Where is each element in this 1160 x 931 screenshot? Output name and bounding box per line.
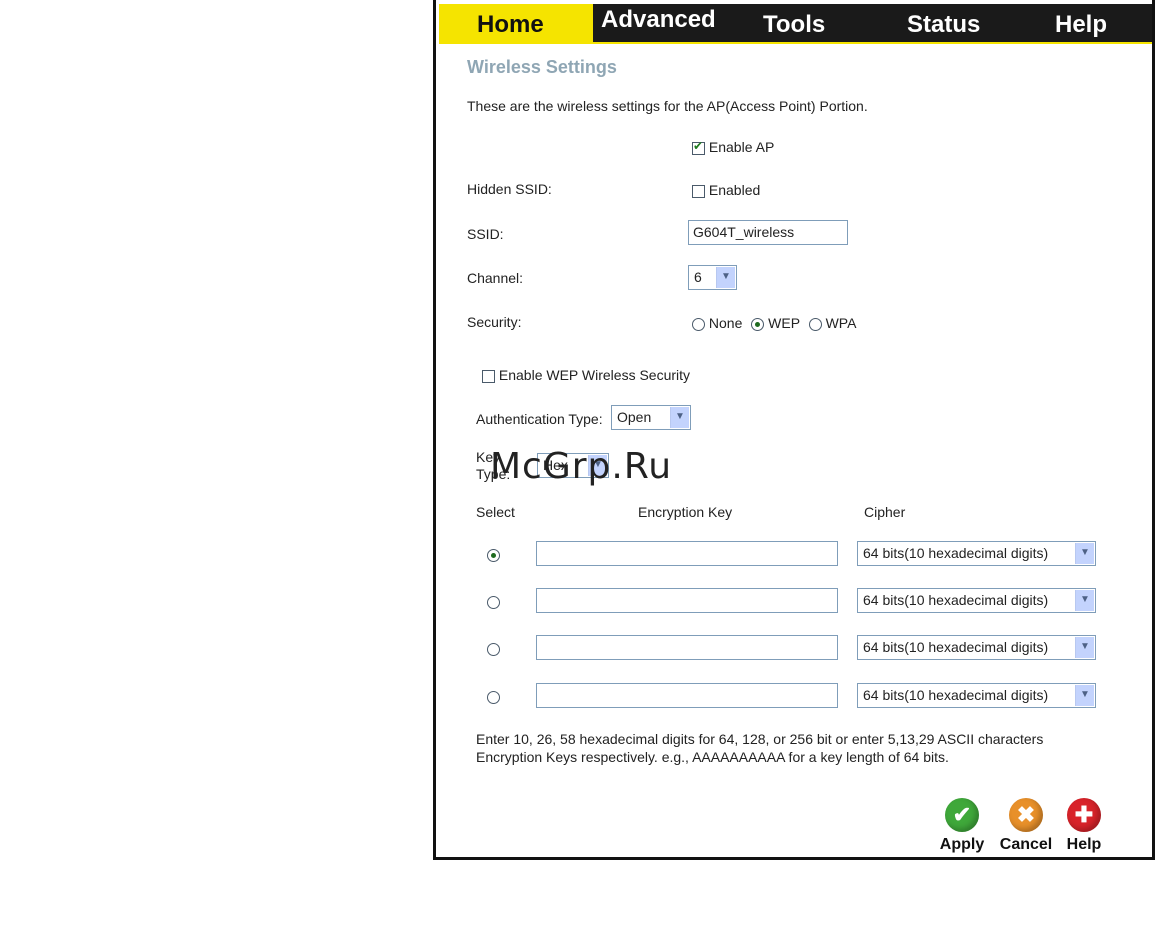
auth-type-select[interactable]: Open ▼	[611, 405, 691, 430]
enable-wep-checkbox[interactable]	[482, 369, 495, 383]
security-options: None WEP WPA	[692, 315, 856, 331]
key-select-radio-1[interactable]	[487, 549, 500, 563]
apply-label: Apply	[939, 836, 985, 853]
ssid-input[interactable]: G604T_wireless	[688, 220, 848, 245]
hidden-ssid-checkbox[interactable]	[692, 184, 705, 198]
security-wpa-radio[interactable]	[808, 317, 822, 331]
chevron-down-icon: ▼	[1075, 637, 1094, 658]
key-row	[487, 689, 500, 707]
tab-home[interactable]: Home	[439, 4, 593, 42]
key-row	[487, 594, 500, 612]
checkmark-icon: ✔	[945, 798, 979, 832]
page-description: These are the wireless settings for the …	[467, 98, 868, 114]
cancel-label: Cancel	[999, 836, 1053, 853]
tab-tools-label: Tools	[763, 11, 826, 38]
header-cipher: Cipher	[864, 504, 906, 520]
security-label: Security:	[467, 314, 522, 330]
security-wpa-label: WPA	[825, 315, 857, 331]
cipher-select-4[interactable]: 64 bits(10 hexadecimal digits) ▼	[857, 683, 1096, 708]
channel-select[interactable]: 6 ▼	[688, 265, 737, 290]
channel-value: 6	[694, 269, 702, 285]
tab-status-label: Status	[907, 11, 981, 38]
watermark: McGrp.Ru	[490, 446, 673, 487]
apply-button[interactable]: ✔ Apply	[932, 798, 992, 854]
cipher-select-1[interactable]: 64 bits(10 hexadecimal digits) ▼	[857, 541, 1096, 566]
hidden-ssid-option-label: Enabled	[708, 182, 761, 198]
chevron-down-icon: ▼	[1075, 543, 1094, 564]
auth-type-value: Open	[617, 409, 652, 425]
enable-ap-row: Enable AP	[692, 139, 774, 155]
chevron-down-icon: ▼	[1075, 685, 1094, 706]
security-none-label: None	[708, 315, 743, 331]
tab-help-label: Help	[1055, 11, 1108, 38]
cipher-select-2[interactable]: 64 bits(10 hexadecimal digits) ▼	[857, 588, 1096, 613]
help-label: Help	[1066, 836, 1102, 853]
top-nav: Home Advanced Tools Status Help	[439, 4, 1152, 42]
key-select-radio-3[interactable]	[487, 643, 500, 657]
enable-wep-label: Enable WEP Wireless Security	[498, 367, 691, 383]
encryption-key-input-1[interactable]	[536, 541, 838, 566]
security-wep-label: WEP	[768, 315, 800, 331]
encryption-key-input-3[interactable]	[536, 635, 838, 660]
cancel-button[interactable]: ✖ Cancel	[994, 798, 1058, 854]
header-encryption-key: Encryption Key	[638, 504, 733, 520]
tab-help[interactable]: Help	[1037, 4, 1152, 42]
key-note-line2: Encryption Keys respectively. e.g., AAAA…	[476, 749, 949, 765]
hidden-ssid-label: Hidden SSID:	[467, 181, 552, 197]
encryption-key-input-4[interactable]	[536, 683, 838, 708]
ssid-label: SSID:	[467, 226, 504, 242]
enable-ap-label: Enable AP	[708, 139, 775, 155]
key-row	[487, 641, 500, 659]
nav-underline	[439, 42, 1152, 44]
key-select-radio-4[interactable]	[487, 691, 500, 705]
chevron-down-icon: ▼	[716, 267, 735, 288]
enable-ap-checkbox[interactable]	[692, 139, 705, 155]
plus-icon: ✚	[1067, 798, 1101, 832]
cipher-value-4: 64 bits(10 hexadecimal digits)	[863, 687, 1049, 703]
tab-tools[interactable]: Tools	[745, 4, 891, 42]
channel-label: Channel:	[467, 270, 524, 286]
security-none-radio[interactable]	[692, 317, 705, 331]
hidden-ssid-row: Enabled	[692, 182, 760, 198]
cipher-value-3: 64 bits(10 hexadecimal digits)	[863, 639, 1049, 655]
encryption-key-input-2[interactable]	[536, 588, 838, 613]
page-title: Wireless Settings	[467, 57, 617, 77]
key-row	[487, 547, 500, 565]
tab-home-label: Home	[477, 11, 544, 38]
header-select: Select	[476, 504, 515, 520]
auth-type-label: Authentication Type:	[476, 411, 603, 427]
help-button[interactable]: ✚ Help	[1060, 798, 1108, 854]
key-note-line1: Enter 10, 26, 58 hexadecimal digits for …	[476, 731, 1044, 747]
chevron-down-icon: ▼	[670, 407, 689, 428]
key-select-radio-2[interactable]	[487, 596, 500, 610]
enable-wep-row: Enable WEP Wireless Security	[482, 367, 690, 383]
close-icon: ✖	[1009, 798, 1043, 832]
cipher-select-3[interactable]: 64 bits(10 hexadecimal digits) ▼	[857, 635, 1096, 660]
chevron-down-icon: ▼	[1075, 590, 1094, 611]
tab-status[interactable]: Status	[891, 4, 1037, 42]
security-wep-radio[interactable]	[751, 317, 765, 331]
tab-advanced[interactable]: Advanced	[593, 4, 745, 42]
cipher-value-2: 64 bits(10 hexadecimal digits)	[863, 592, 1049, 608]
tab-advanced-label: Advanced	[601, 6, 716, 33]
cipher-value-1: 64 bits(10 hexadecimal digits)	[863, 545, 1049, 561]
